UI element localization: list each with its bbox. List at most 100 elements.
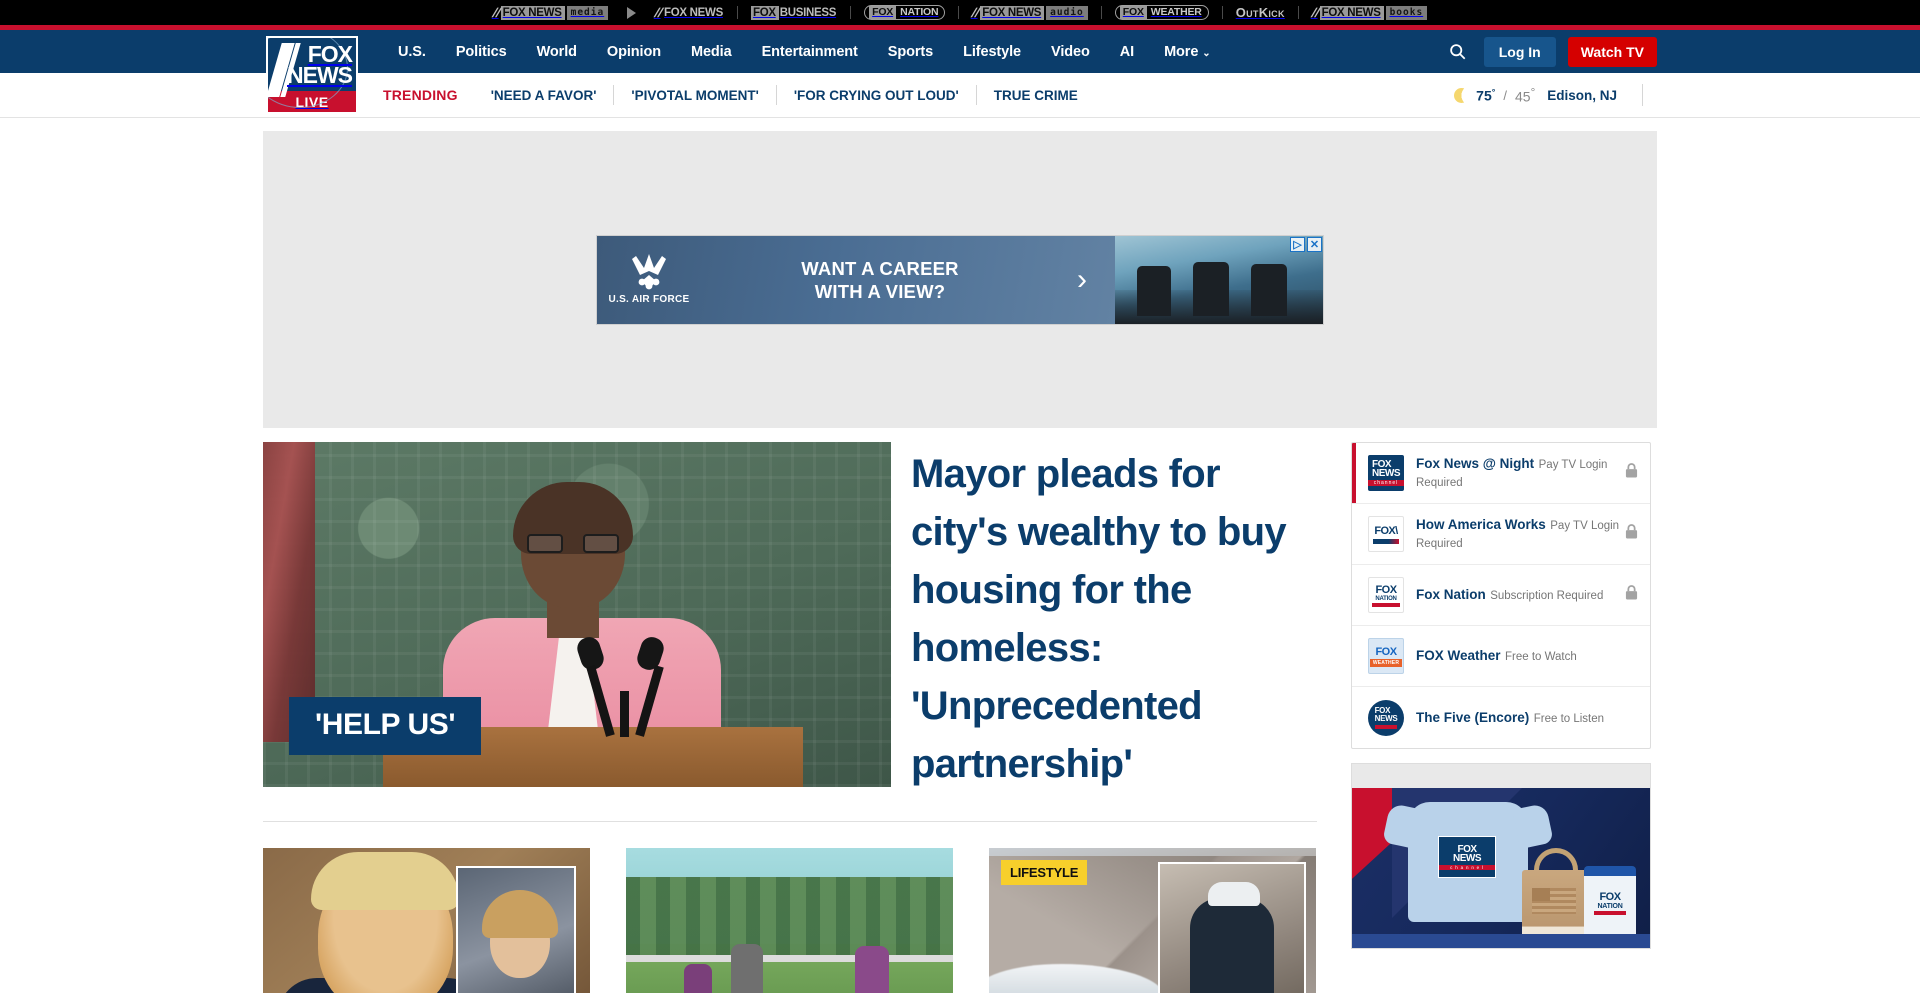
hero-title-wrap: Mayor pleads for city's wealthy to buy h…: [911, 442, 1317, 793]
brand-word: FOX NEWS: [1319, 5, 1384, 20]
divider: [1642, 84, 1643, 106]
listing-title: How America Works: [1416, 517, 1546, 532]
watch-tv-button[interactable]: Watch TV: [1567, 36, 1657, 67]
brand-link-fox-news-media[interactable]: // FOX NEWS media: [480, 0, 621, 25]
brand-word2: NATION: [900, 6, 939, 18]
search-icon[interactable]: [1444, 38, 1472, 66]
nav-item-lifestyle[interactable]: Lifestyle: [948, 44, 1036, 60]
logo-wordmark: FOX NEWS: [287, 42, 353, 86]
fox-news-books-logo: // FOX NEWS books: [1310, 5, 1428, 20]
brand-word: FOX: [869, 6, 897, 19]
brand-link-outkick[interactable]: OutKick: [1223, 0, 1298, 25]
trending-items: 'NEED A FAVOR' 'PIVOTAL MOMENT' 'FOR CRY…: [474, 85, 1095, 105]
advertisement-banner[interactable]: U.S. AIR FORCE WANT A CAREER WITH A VIEW…: [596, 234, 1324, 325]
listing-item-3[interactable]: FOX WEATHER FOX Weather Free to Watch: [1352, 626, 1650, 687]
trending-item-2[interactable]: 'FOR CRYING OUT LOUD': [777, 88, 976, 103]
weather-widget[interactable]: 75° / 45° Edison, NJ: [1454, 84, 1657, 106]
listing-item-4[interactable]: FOX NEWS The Five (Encore) Free to Listen: [1352, 687, 1650, 748]
brand-word: FOX: [750, 5, 779, 20]
nav-actions: Log In Watch TV: [1444, 36, 1657, 67]
listing-subtitle: Free to Watch: [1504, 651, 1577, 663]
listing-text: How America Works Pay TV Login Required: [1416, 516, 1625, 552]
nav-item-us[interactable]: U.S.: [383, 44, 441, 60]
ad-info-icon[interactable]: ▷: [1290, 236, 1305, 252]
listing-text: Fox News @ Night Pay TV Login Required: [1416, 455, 1625, 491]
category-badge: LIFESTYLE: [1001, 860, 1088, 885]
ad-close-icon[interactable]: ✕: [1307, 236, 1322, 252]
fox-news-logo: // FOX NEWS: [654, 5, 724, 20]
flag-graphic: [1532, 888, 1576, 914]
brand-link-fox-news-audio[interactable]: // FOX NEWS audio: [959, 0, 1100, 25]
weather-city: Edison, NJ: [1547, 87, 1617, 103]
nav-item-media[interactable]: Media: [676, 44, 747, 60]
outkick-logo: OutKick: [1235, 5, 1285, 20]
fox-news-media-logo: // FOX NEWS media: [491, 5, 609, 20]
nav-item-more-label: More: [1164, 43, 1199, 60]
login-button[interactable]: Log In: [1483, 36, 1556, 67]
ad-headline-line2: WITH A VIEW?: [814, 280, 946, 302]
fox-business-logo-icon: FOX\: [1368, 516, 1404, 552]
silhouette: [1251, 263, 1287, 316]
play-icon[interactable]: [627, 6, 637, 19]
article-cards: LIFESTYLE: [263, 848, 1317, 993]
silhouette: [1193, 261, 1229, 316]
tshirt-logo-icon: FOX NEWS c h a n n e l: [1438, 836, 1496, 878]
fox-news-live-logo[interactable]: FOX NEWS LIVE: [266, 36, 358, 114]
listing-item-1[interactable]: FOX\ How America Works Pay TV Login Requ…: [1352, 504, 1650, 565]
article-thumbnail: [263, 848, 590, 993]
hero-image[interactable]: 'HELP US': [263, 442, 891, 787]
nav-item-politics[interactable]: Politics: [441, 44, 522, 60]
ad-headline: WANT A CAREER WITH A VIEW?: [701, 257, 1049, 303]
nav-item-sports[interactable]: Sports: [873, 44, 948, 60]
brand-word2: WEATHER: [1150, 6, 1202, 18]
nav-item-more[interactable]: More ⌄: [1149, 44, 1225, 60]
weather-low: 45°: [1514, 85, 1536, 105]
air-force-wings-icon: [632, 253, 666, 289]
fox-business-logo: FOX BUSINESS: [750, 5, 837, 20]
trending-item-3[interactable]: TRUE CRIME: [977, 88, 1095, 103]
nav-item-entertainment[interactable]: Entertainment: [747, 44, 873, 60]
brand-link-fox-business[interactable]: FOX BUSINESS: [738, 0, 850, 25]
brand-sub: books: [1385, 5, 1428, 20]
tumbler-line2: NATION: [1597, 903, 1623, 910]
brand-word: FOX NEWS: [500, 5, 565, 20]
fox-news-audio-logo-icon: FOX NEWS: [1368, 699, 1404, 736]
listing-subtitle: Free to Listen: [1533, 712, 1605, 725]
hero-eyebrow: 'HELP US': [289, 697, 482, 755]
chevron-down-icon: ⌄: [1202, 47, 1211, 59]
hero-headline-link[interactable]: Mayor pleads for city's wealthy to buy h…: [911, 445, 1317, 793]
trending-item-1[interactable]: 'PIVOTAL MOMENT': [614, 88, 775, 103]
article-card-0[interactable]: [263, 848, 590, 993]
lock-icon: [1625, 585, 1638, 605]
nav-item-opinion[interactable]: Opinion: [592, 44, 676, 60]
trending-item-0[interactable]: 'NEED A FAVOR': [474, 88, 614, 103]
brand-link-fox-weather[interactable]: FOX WEATHER: [1102, 0, 1222, 25]
ad-headline-line1: WANT A CAREER: [801, 257, 959, 279]
brand-link-fox-news[interactable]: // FOX NEWS: [642, 0, 737, 25]
microphones: [563, 627, 683, 737]
brand-sub: audio: [1046, 5, 1088, 20]
listing-item-2[interactable]: FOX NATION Fox Nation Subscription Requir…: [1352, 565, 1650, 626]
tv-listings-card: FOX NEWS channel Fox News @ Night Pay TV L…: [1351, 442, 1651, 749]
listing-item-0[interactable]: FOX NEWS channel Fox News @ Night Pay TV L…: [1352, 443, 1650, 504]
listing-text: The Five (Encore) Free to Listen: [1416, 709, 1625, 727]
fox-news-audio-logo: // FOX NEWS audio: [971, 5, 1088, 20]
nav-item-world[interactable]: World: [522, 44, 592, 60]
article-card-1[interactable]: [626, 848, 953, 993]
article-card-2[interactable]: LIFESTYLE: [989, 848, 1316, 993]
shop-promo-card[interactable]: FOX NEWS c h a n n e l FOX NATION: [1351, 763, 1651, 949]
shop-promo-spacer: [1352, 764, 1650, 788]
shop-promo-image[interactable]: FOX NEWS c h a n n e l FOX NATION: [1352, 788, 1650, 948]
nav-item-video[interactable]: Video: [1036, 44, 1105, 60]
brand-link-fox-news-books[interactable]: // FOX NEWS books: [1299, 0, 1440, 25]
ad-content: U.S. AIR FORCE WANT A CAREER WITH A VIEW…: [597, 235, 1115, 324]
shirt-logo-line2: NEWS: [1453, 852, 1482, 864]
brand-sub: media: [566, 5, 609, 20]
nav-item-ai[interactable]: AI: [1105, 44, 1149, 60]
ad-badges: ▷ ✕: [1290, 236, 1322, 252]
lock-icon: [1625, 463, 1638, 483]
brand-word: FOX NEWS: [664, 6, 723, 19]
ad-arrow-icon[interactable]: ›: [1049, 263, 1115, 297]
brand-link-fox-nation[interactable]: FOX NATION: [851, 0, 958, 25]
tshirt-product: FOX NEWS c h a n n e l: [1408, 802, 1528, 922]
